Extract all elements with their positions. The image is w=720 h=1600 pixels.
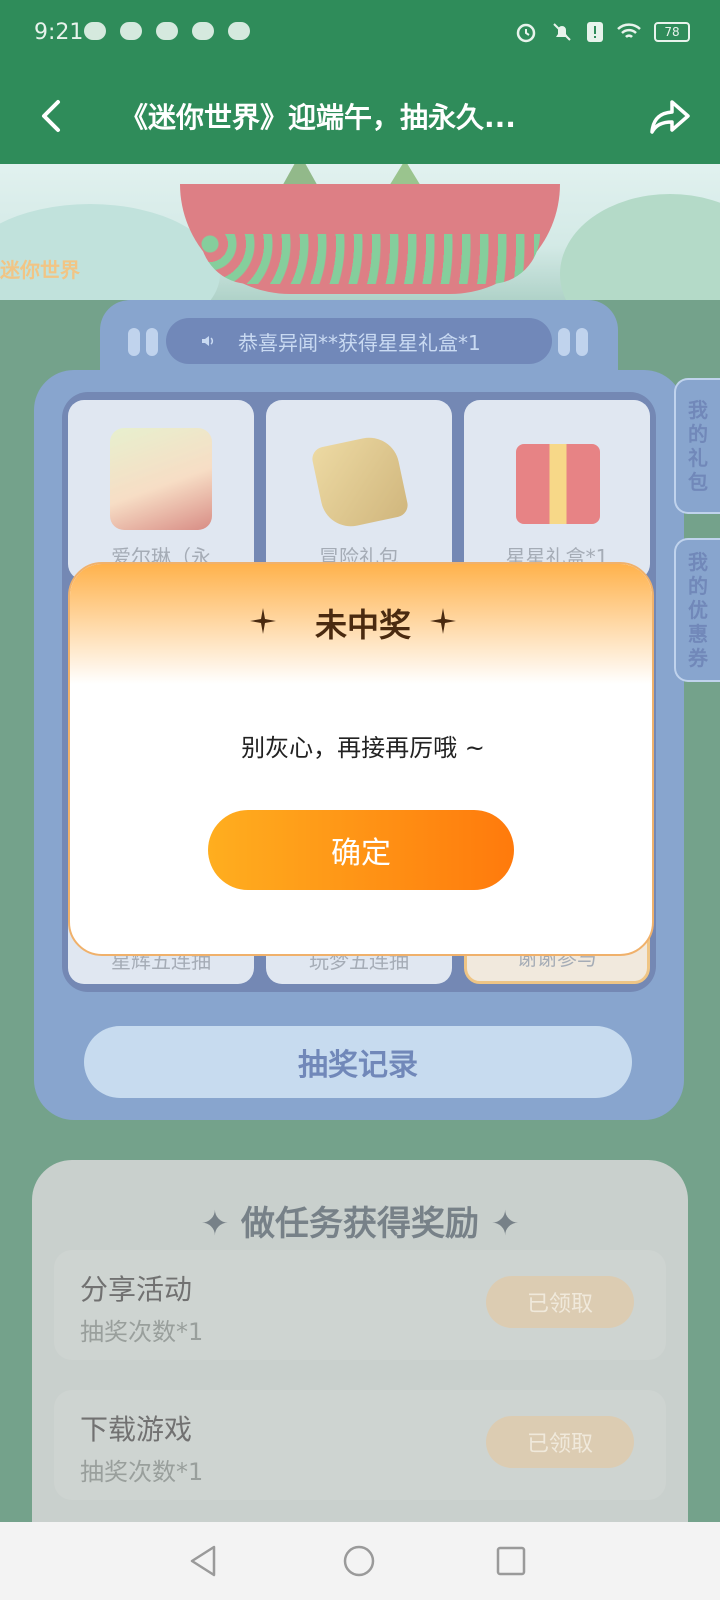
notification-icon [156,22,178,40]
notification-icon [120,22,142,40]
alarm-icon [516,23,536,43]
sparkle-icon [430,608,456,634]
alert-icon [587,22,603,42]
share-icon[interactable] [648,94,692,138]
status-bar: 9:21 78 [0,0,720,68]
mute-icon [553,23,571,41]
confirm-button[interactable]: 确定 [208,810,514,890]
wifi-icon [617,23,641,38]
page-title: 《迷你世界》迎端午，抽永久... [120,101,516,134]
dialog-message: 别灰心，再接再厉哦 ~ [241,734,485,762]
app-header: 《迷你世界》迎端午，抽永久... [0,68,720,164]
system-nav-bar [0,1522,720,1600]
notification-icons [84,22,250,40]
result-dialog: 未中奖 别灰心，再接再厉哦 ~ 确定 [68,562,654,956]
status-time: 9:21 [34,20,84,45]
notification-icon [192,22,214,40]
system-icons: 78 [514,20,690,44]
notification-icon [228,22,250,40]
nav-home-icon[interactable] [342,1544,376,1578]
notification-icon [84,22,106,40]
nav-recents-icon[interactable] [494,1544,528,1578]
dialog-title: 未中奖 [314,606,411,644]
battery-icon: 78 [654,22,690,42]
nav-back-icon[interactable] [186,1544,220,1578]
back-arrow-icon[interactable] [30,94,74,138]
